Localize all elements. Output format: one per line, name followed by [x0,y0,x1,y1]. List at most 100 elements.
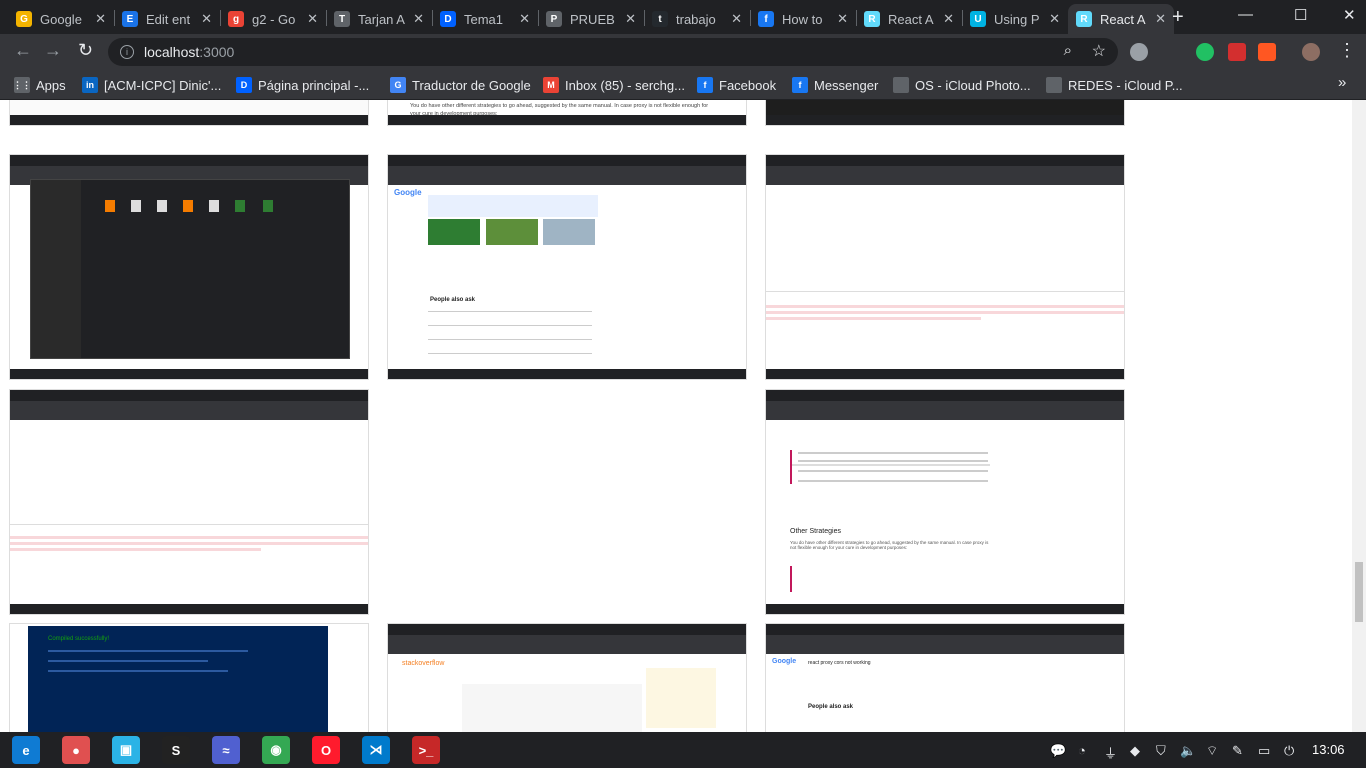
page-content: You do have other different strategies t… [0,100,1352,732]
zoom-icon[interactable]: ⌕ [1064,42,1072,59]
bookmark-favicon-icon [893,77,909,93]
tab-close-icon[interactable]: ✕ [201,11,212,27]
browser-tab[interactable]: P PRUEB ✕ [538,4,644,34]
screenshot-thumbnail[interactable] [765,154,1125,380]
menu-icon[interactable]: ⋮ [1338,40,1356,61]
browser-tab[interactable]: R React A ✕ [856,4,962,34]
tab-title: React A [888,11,934,27]
snip-extension-icon[interactable] [1228,43,1246,61]
discord-icon[interactable]: ◔ [1078,743,1086,758]
bookmarks-overflow-icon[interactable]: » [1338,74,1346,91]
minimize-button[interactable]: — [1238,6,1253,23]
browser-tab[interactable]: t trabajo ✕ [644,4,750,34]
screenshot-thumbnail[interactable]: stackoverflow [387,623,747,732]
tab-close-icon[interactable]: ✕ [837,11,848,27]
monitor-icon[interactable]: ≈ [212,736,240,764]
reload-icon[interactable]: ↻ [78,40,93,61]
tab-favicon-icon: U [970,11,986,27]
extension-icon[interactable] [1130,43,1148,61]
browser-tab[interactable]: g g2 - Go ✕ [220,4,326,34]
tab-close-icon[interactable]: ✕ [943,11,954,27]
bookmark-star-icon[interactable]: ☆ [1092,41,1106,61]
steam-icon[interactable]: S [162,736,190,764]
address-bar[interactable]: i localhost:3000 ⌕ ☆ [108,38,1118,66]
tab-close-icon[interactable]: ✕ [625,11,636,27]
browser-tab[interactable]: U Using P ✕ [962,4,1068,34]
tab-close-icon[interactable]: ✕ [1155,11,1166,27]
new-tab-button[interactable]: + [1172,6,1184,29]
bookmark-item[interactable]: in [ACM-ICPC] Dinic'... [82,77,221,93]
browser-tab[interactable]: E Edit ent ✕ [114,4,220,34]
tab-close-icon[interactable]: ✕ [95,11,106,27]
tab-close-icon[interactable]: ✕ [519,11,530,27]
bookmark-item[interactable]: REDES - iCloud P... [1046,77,1183,93]
power-icon[interactable]: ⏻ [1284,743,1294,759]
tab-close-icon[interactable]: ✕ [307,11,318,27]
bookmark-item[interactable]: D Página principal -... [236,77,369,93]
other-strategies-heading: Other Strategies [790,528,841,535]
store-icon[interactable]: ▣ [112,736,140,764]
bookmark-item[interactable]: f Messenger [792,77,878,93]
on-extension-icon[interactable] [1258,43,1276,61]
screenshot-thumbnail[interactable]: You do have other different strategies t… [387,100,747,126]
browser-tab[interactable]: R React A ✕ [1068,4,1174,34]
tab-title: How to [782,11,823,27]
scrollbar-thumb[interactable] [1355,562,1363,622]
screenshot-thumbnail[interactable]: Other Strategies You do have other diffe… [765,389,1125,615]
bookmark-item[interactable]: ⋮⋮ Apps [13,77,66,93]
volume-icon[interactable]: 🔈 [1180,743,1196,759]
tab-close-icon[interactable]: ✕ [1049,11,1060,27]
bookmark-label: Messenger [814,77,879,93]
screenshot-thumbnail[interactable]: Google People also ask [387,154,747,380]
screenshot-thumbnail[interactable] [9,100,369,126]
bookmark-item[interactable]: OS - iCloud Photo... [893,77,1031,93]
browser-tab[interactable]: D Tema1 ✕ [432,4,538,34]
tab-title: Tarjan A [358,11,405,27]
site-info-icon[interactable]: i [120,45,134,59]
screenshot-thumbnail[interactable]: Compiled successfully! [9,623,369,732]
page-scrollbar[interactable] [1352,100,1366,732]
edge-icon[interactable]: e [12,736,40,764]
pen-icon[interactable]: ✎ [1232,743,1243,759]
file-manager-window [30,179,350,359]
browser-tab[interactable]: f How to ✕ [750,4,856,34]
url-host: localhost [144,44,200,60]
chat-icon[interactable]: 💬 [1050,743,1066,759]
usb-icon[interactable]: ⏚ [1104,743,1117,762]
tab-close-icon[interactable]: ✕ [731,11,742,27]
browser-tab[interactable]: T Tarjan A ✕ [326,4,432,34]
screenshot-thumbnail[interactable] [9,389,369,615]
app-tray-icon[interactable]: ◆ [1130,743,1140,759]
screenshot-thumbnail[interactable] [765,100,1125,126]
chrome-icon[interactable]: ◉ [262,736,290,764]
tab-title: React A [1100,11,1146,27]
bookmark-item[interactable]: G Traductor de Google [390,77,531,93]
back-icon[interactable]: ← [14,40,32,61]
tab-favicon-icon: R [1076,11,1092,27]
bookmark-label: REDES - iCloud P... [1068,77,1183,93]
security-icon[interactable]: ⛉ [1156,743,1166,759]
screenshot-thumbnail[interactable]: Google react proxy cors not working Peop… [765,623,1125,732]
tab-close-icon[interactable]: ✕ [413,11,424,27]
tab-favicon-icon: G [16,11,32,27]
tab-separator [538,10,539,26]
forward-icon[interactable]: → [44,40,62,61]
close-button[interactable]: ✕ [1343,6,1356,24]
bookmark-item[interactable]: f Facebook [697,77,776,93]
stackoverflow-logo: stackoverflow [402,660,445,667]
terminal-icon[interactable]: >_ [412,736,440,764]
avatar[interactable] [1302,43,1320,61]
bookmark-favicon-icon: G [390,77,406,93]
screenshot-thumbnail[interactable] [9,154,369,380]
bookmarks-bar: » ⋮⋮ Apps in [ACM-ICPC] Dinic'... D Página pr… [0,70,1366,100]
maximize-button[interactable]: ☐ [1294,6,1307,24]
battery-icon[interactable]: ▭ [1258,743,1270,759]
opera-icon[interactable]: O [312,736,340,764]
tab-strip: G Google ✕ E Edit ent ✕ g g2 - Go ✕ T Tarjan A ✕ D Te… [0,0,1366,34]
browser-tab[interactable]: G Google ✕ [8,4,114,34]
bookmark-item[interactable]: M Inbox (85) - serchg... [543,77,685,93]
wifi-icon[interactable]: ⌔ [1206,743,1218,759]
vscode-icon[interactable]: ⋊ [362,736,390,764]
recorder-icon[interactable]: ● [62,736,90,764]
whatsapp-extension-icon[interactable] [1196,43,1214,61]
